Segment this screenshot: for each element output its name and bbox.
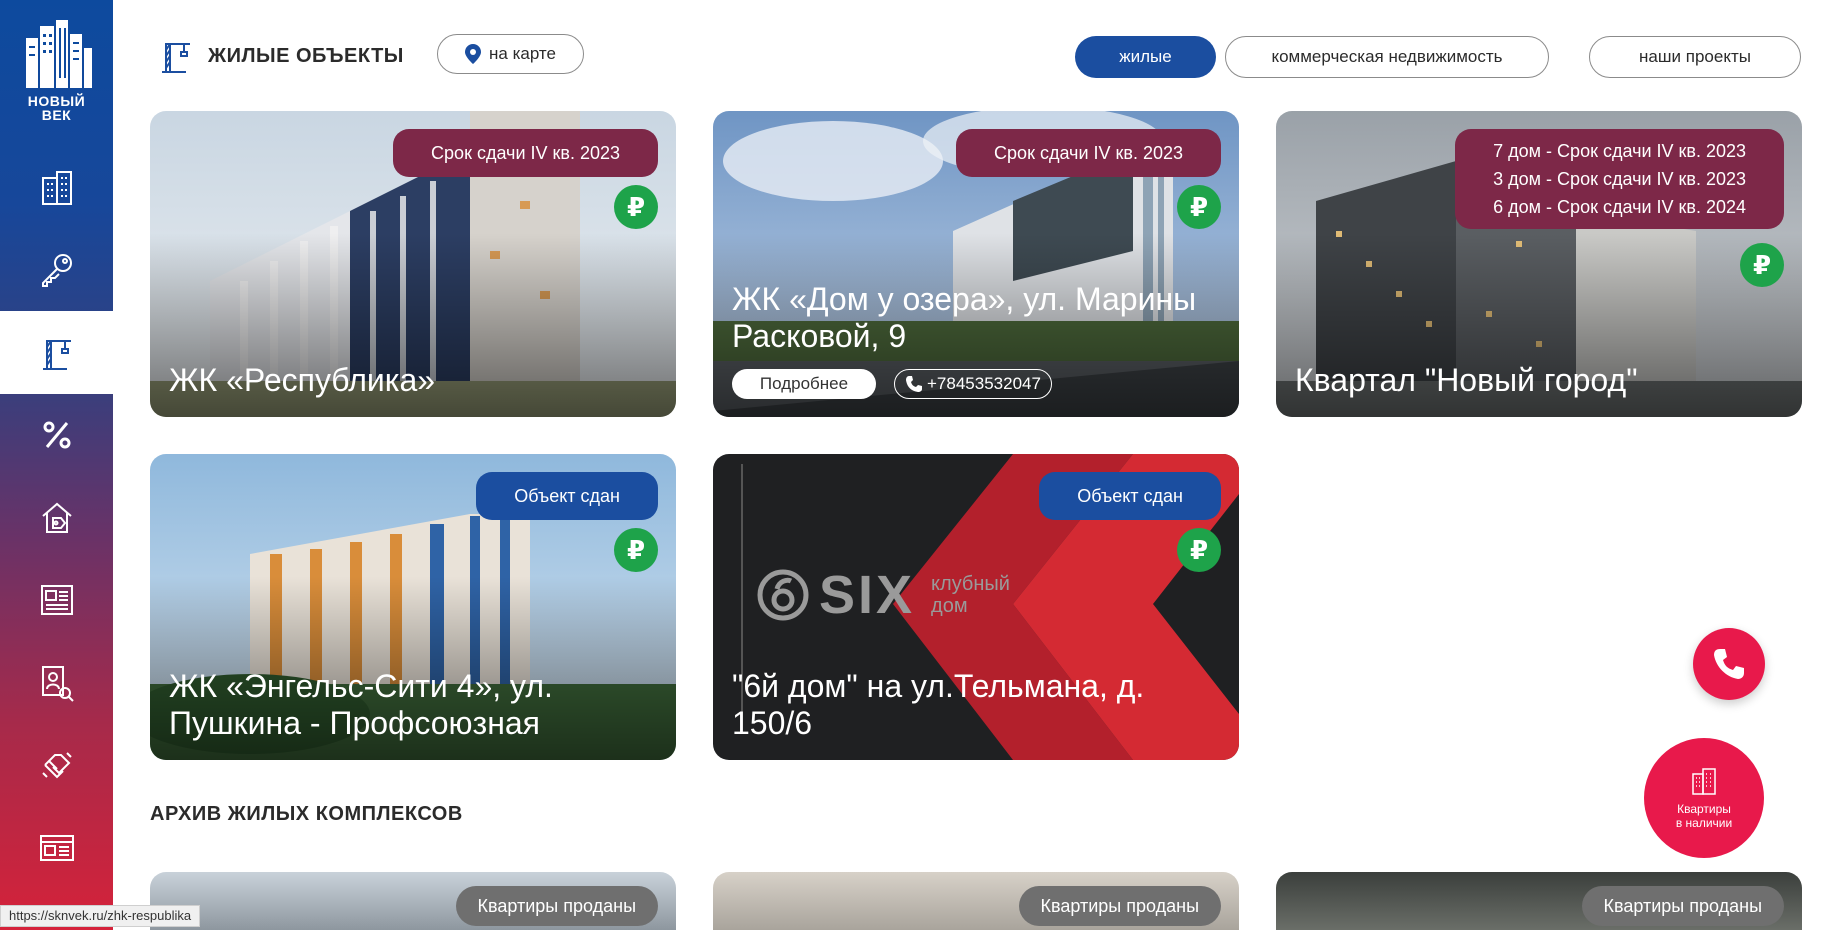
phone-icon bbox=[1714, 649, 1744, 679]
sidebar-item-house-tag[interactable] bbox=[0, 476, 113, 559]
phone-button[interactable]: +78453532047 bbox=[894, 369, 1052, 399]
apartments-fab-line2: в наличии bbox=[1675, 816, 1733, 830]
six-logo-sub1: клубный bbox=[931, 573, 1010, 595]
sidebar-item-buildings[interactable] bbox=[0, 146, 113, 229]
ruble-symbol: ₽ bbox=[626, 534, 646, 565]
sidebar-item-handshake[interactable] bbox=[0, 723, 113, 806]
phone-number: +78453532047 bbox=[927, 374, 1041, 393]
more-button-label: Подробнее bbox=[759, 374, 849, 393]
filter-residential-label: жилые bbox=[1119, 47, 1172, 66]
sidebar-item-crane[interactable] bbox=[0, 311, 113, 394]
filter-our-projects[interactable]: наши проекты bbox=[1589, 36, 1801, 78]
deadline-badge: Срок сдачи IV кв. 2023 bbox=[956, 129, 1221, 177]
logo[interactable]: НОВЫЙ ВЕК bbox=[0, 0, 113, 136]
page-title: ЖИЛЫЕ ОБЪЕКТЫ bbox=[208, 44, 404, 67]
apartments-fab-line1: Квартиры bbox=[1677, 802, 1731, 816]
logo-line1: НОВЫЙ bbox=[27, 93, 86, 109]
ruble-icon: ₽ bbox=[614, 185, 658, 229]
badge-line: Объект сдан bbox=[514, 486, 620, 506]
crane-icon bbox=[162, 43, 190, 73]
status-badge: Объект сдан bbox=[1039, 472, 1221, 520]
project-card-dom-u-ozera[interactable]: Срок сдачи IV кв. 2023 ₽ ЖК «Дом у озера… bbox=[713, 111, 1239, 417]
more-button[interactable]: Подробнее bbox=[732, 369, 876, 399]
badge-line: Квартиры проданы bbox=[1603, 896, 1762, 916]
sidebar-item-key[interactable] bbox=[0, 228, 113, 311]
project-card-respublika[interactable]: Срок сдачи IV кв. 2023 ₽ ЖК «Республика» bbox=[150, 111, 676, 417]
sidebar-item-percent[interactable] bbox=[0, 393, 113, 476]
deadline-badge: 7 дом - Срок сдачи IV кв. 2023 3 дом - С… bbox=[1455, 129, 1784, 229]
ruble-symbol: ₽ bbox=[1189, 534, 1209, 565]
six-logo-sub2: дом bbox=[931, 595, 968, 617]
ruble-icon: ₽ bbox=[614, 528, 658, 572]
sold-badge: Квартиры проданы bbox=[1018, 886, 1221, 926]
project-card-engels-city-4[interactable]: Объект сдан ₽ ЖК «Энгельс-Сити 4», ул. П… bbox=[150, 454, 676, 760]
filter-commercial[interactable]: коммерческая недвижимость bbox=[1225, 36, 1549, 78]
badge-line: Квартиры проданы bbox=[477, 896, 636, 916]
badge-line: 7 дом - Срок сдачи IV кв. 2023 bbox=[1493, 141, 1746, 161]
sidebar-item-profile-search[interactable] bbox=[0, 641, 113, 724]
sold-badge: Квартиры проданы bbox=[1581, 886, 1784, 926]
six-logo-text: SIX bbox=[819, 565, 916, 625]
crane-icon bbox=[42, 339, 71, 370]
card-title: ЖК «Дом у озера», ул. Марины Расковой, 9 bbox=[732, 281, 1197, 354]
logo-buildings-icon bbox=[25, 20, 92, 88]
phone-icon bbox=[906, 376, 922, 392]
sidebar-item-news[interactable] bbox=[0, 558, 113, 641]
logo-line2: ВЕК bbox=[41, 107, 72, 123]
percent-icon bbox=[43, 421, 70, 448]
news-icon bbox=[40, 584, 73, 615]
badge-line: 6 дом - Срок сдачи IV кв. 2024 bbox=[1493, 197, 1746, 217]
newspaper-icon bbox=[39, 834, 74, 861]
badge-line: Квартиры проданы bbox=[1040, 896, 1199, 916]
ruble-symbol: ₽ bbox=[1752, 249, 1772, 280]
badge-line: Срок сдачи IV кв. 2023 bbox=[431, 143, 620, 163]
filter-residential[interactable]: жилые bbox=[1075, 36, 1216, 78]
profile-search-icon bbox=[41, 665, 74, 702]
ruble-icon: ₽ bbox=[1177, 528, 1221, 572]
apartments-available-button[interactable]: Квартиры в наличии bbox=[1644, 738, 1764, 858]
project-card-6-dom[interactable]: SIX клубный дом Объект сдан ₽ "6й дом" н… bbox=[713, 454, 1239, 760]
ruble-icon: ₽ bbox=[1177, 185, 1221, 229]
six-logo-icon bbox=[757, 569, 809, 621]
filter-commercial-label: коммерческая недвижимость bbox=[1271, 47, 1503, 66]
key-icon bbox=[41, 253, 72, 287]
browser-status-url: https://sknvek.ru/zhk-respublika bbox=[0, 905, 201, 927]
archive-card[interactable]: Квартиры проданы bbox=[150, 872, 676, 930]
status-badge: Объект сдан bbox=[476, 472, 658, 520]
archive-card[interactable]: Квартиры проданы bbox=[713, 872, 1239, 930]
card-title: Квартал "Новый город" bbox=[1295, 362, 1638, 398]
house-tag-icon bbox=[41, 502, 72, 533]
ruble-symbol: ₽ bbox=[626, 191, 646, 222]
call-button[interactable] bbox=[1693, 628, 1765, 700]
project-card-novy-gorod[interactable]: 7 дом - Срок сдачи IV кв. 2023 3 дом - С… bbox=[1276, 111, 1802, 417]
buildings-icon bbox=[1692, 768, 1716, 795]
sidebar: НОВЫЙ ВЕК bbox=[0, 0, 113, 930]
sidebar-item-newspaper[interactable] bbox=[0, 806, 113, 889]
badge-line: Срок сдачи IV кв. 2023 bbox=[994, 143, 1183, 163]
six-logo: SIX клубный дом bbox=[757, 564, 1010, 626]
deadline-badge: Срок сдачи IV кв. 2023 bbox=[393, 129, 658, 177]
card-title: ЖК «Республика» bbox=[169, 362, 436, 398]
badge-line: 3 дом - Срок сдачи IV кв. 2023 bbox=[1493, 169, 1746, 189]
ruble-icon: ₽ bbox=[1740, 243, 1784, 287]
archive-card[interactable]: Квартиры проданы bbox=[1276, 872, 1802, 930]
ruble-symbol: ₽ bbox=[1189, 191, 1209, 222]
handshake-icon bbox=[41, 751, 72, 778]
badge-line: Объект сдан bbox=[1077, 486, 1183, 506]
location-pin-icon bbox=[465, 44, 482, 64]
sold-badge: Квартиры проданы bbox=[455, 886, 658, 926]
card-title: "6й дом" на ул.Тельмана, д. 150/6 bbox=[732, 668, 1145, 741]
archive-title: АРХИВ ЖИЛЫХ КОМПЛЕКСОВ bbox=[150, 803, 463, 825]
map-button-label: на карте bbox=[489, 44, 556, 63]
card-actions: Подробнее +78453532047 bbox=[732, 369, 1052, 399]
logo-text: НОВЫЙ ВЕК bbox=[28, 94, 85, 122]
page-header: ЖИЛЫЕ ОБЪЕКТЫ bbox=[156, 36, 404, 76]
filter-our-projects-label: наши проекты bbox=[1639, 47, 1751, 66]
buildings-icon bbox=[41, 170, 72, 205]
map-button[interactable]: на карте bbox=[437, 34, 584, 74]
card-title: ЖК «Энгельс-Сити 4», ул. Пушкина - Профс… bbox=[169, 668, 553, 741]
